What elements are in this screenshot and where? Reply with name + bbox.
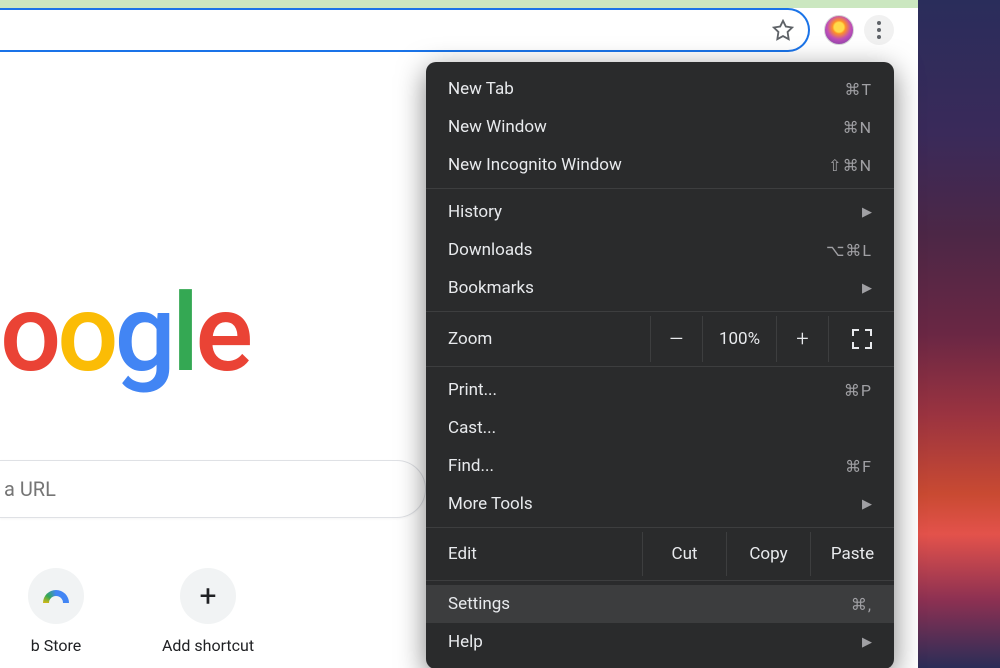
fullscreen-icon: [852, 329, 872, 349]
menu-separator: [426, 311, 894, 312]
menu-new-window[interactable]: New Window ⌘N: [426, 108, 894, 146]
address-bar[interactable]: [0, 8, 810, 52]
menu-settings[interactable]: Settings ⌘,: [426, 585, 894, 623]
menu-bookmarks[interactable]: Bookmarks ▶: [426, 269, 894, 307]
menu-help[interactable]: Help ▶: [426, 623, 894, 661]
shortcut-web-store[interactable]: b Store: [0, 568, 112, 655]
menu-more-tools[interactable]: More Tools ▶: [426, 485, 894, 523]
edit-copy-button[interactable]: Copy: [726, 532, 810, 576]
menu-incognito[interactable]: New Incognito Window ⇧⌘N: [426, 146, 894, 184]
edit-label: Edit: [426, 532, 642, 576]
main-menu-button[interactable]: [864, 15, 894, 45]
zoom-in-button[interactable]: +: [776, 316, 828, 362]
menu-separator: [426, 580, 894, 581]
submenu-arrow-icon: ▶: [862, 497, 872, 512]
fullscreen-button[interactable]: [828, 316, 894, 362]
google-logo: oogle: [0, 270, 249, 397]
search-input[interactable]: a URL: [0, 460, 426, 518]
shortcut-add[interactable]: + Add shortcut: [152, 568, 264, 655]
menu-print[interactable]: Print... ⌘P: [426, 371, 894, 409]
submenu-arrow-icon: ▶: [862, 205, 872, 220]
menu-downloads[interactable]: Downloads ⌥⌘L: [426, 231, 894, 269]
web-store-icon: [28, 568, 84, 624]
menu-edit: Edit Cut Copy Paste: [426, 532, 894, 576]
menu-cast[interactable]: Cast...: [426, 409, 894, 447]
menu-find[interactable]: Find... ⌘F: [426, 447, 894, 485]
bookmark-star-icon[interactable]: [772, 19, 794, 41]
menu-separator: [426, 188, 894, 189]
menu-zoom: Zoom – 100% +: [426, 316, 894, 362]
menu-separator: [426, 527, 894, 528]
submenu-arrow-icon: ▶: [862, 281, 872, 296]
zoom-level: 100%: [702, 316, 776, 362]
zoom-label: Zoom: [426, 316, 650, 362]
zoom-out-button[interactable]: –: [650, 316, 702, 362]
edit-cut-button[interactable]: Cut: [642, 532, 726, 576]
profile-avatar[interactable]: [824, 15, 854, 45]
plus-icon: +: [180, 568, 236, 624]
desktop-wallpaper: [918, 0, 1000, 668]
menu-new-tab[interactable]: New Tab ⌘T: [426, 70, 894, 108]
submenu-arrow-icon: ▶: [862, 635, 872, 650]
edit-paste-button[interactable]: Paste: [810, 532, 894, 576]
shortcut-label: b Store: [31, 636, 81, 655]
main-menu-dropdown: New Tab ⌘T New Window ⌘N New Incognito W…: [426, 62, 894, 668]
shortcut-label: Add shortcut: [162, 636, 254, 655]
bookmarks-bar-bg: [0, 0, 918, 8]
menu-history[interactable]: History ▶: [426, 193, 894, 231]
kebab-icon: [877, 21, 881, 39]
search-placeholder-text: a URL: [4, 477, 56, 501]
menu-separator: [426, 366, 894, 367]
